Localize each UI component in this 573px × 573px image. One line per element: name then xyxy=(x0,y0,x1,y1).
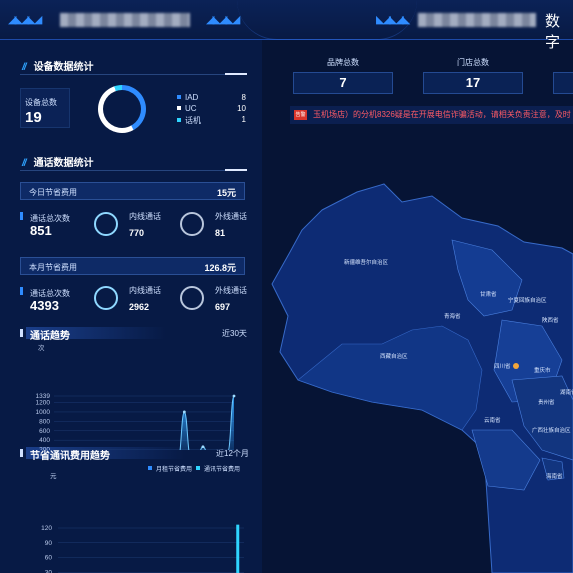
y-tick-label: 800 xyxy=(39,418,50,425)
map-marker-icon[interactable] xyxy=(513,363,519,369)
trend-point xyxy=(232,394,236,398)
device-total-label: 设备总数 xyxy=(25,98,57,107)
alert-tag: 告警 xyxy=(294,110,307,120)
accent-bar xyxy=(20,449,23,457)
divider-accent xyxy=(225,169,247,171)
external-ring-icon xyxy=(180,286,204,310)
device-total-value: 19 xyxy=(25,109,42,126)
y-tick-label: 60 xyxy=(45,555,53,562)
divider xyxy=(20,74,225,75)
today-external-label: 外线通话 xyxy=(215,212,247,221)
map-label: 西藏自治区 xyxy=(380,354,408,360)
device-total-card: 设备总数 19 xyxy=(20,88,70,128)
top-header: ◢◣◢◣◢ ◢◣◢◣◢ ◣◢◣◢◣ 数字 xyxy=(0,0,573,51)
today-saving-label: 今日节省费用 xyxy=(29,188,77,197)
map-label: 陕西省 xyxy=(542,318,559,324)
divider-accent xyxy=(225,73,247,75)
internal-ring-icon xyxy=(94,286,118,310)
brand-total-label: 品牌总数 xyxy=(327,58,359,67)
month-external-value: 697 xyxy=(215,302,231,312)
map-label: 重庆市 xyxy=(534,368,551,374)
today-internal-label: 内线通话 xyxy=(129,212,161,221)
accent-bar xyxy=(20,287,23,295)
map-label: 四川省 xyxy=(494,364,511,370)
trend-area xyxy=(180,396,234,450)
y-tick-label: 90 xyxy=(45,540,53,547)
y-tick-label: 400 xyxy=(39,437,50,444)
brand-total-value: 7 xyxy=(293,72,393,94)
today-total-value: 851 xyxy=(30,223,52,238)
chevron-decoration-icon: ◣◢◣◢◣ xyxy=(376,14,410,26)
external-ring-icon xyxy=(180,212,204,236)
redacted-title xyxy=(418,13,536,27)
map-shape xyxy=(271,183,573,573)
map-label: 湖南省 xyxy=(560,390,573,396)
legend-iad: IAD xyxy=(177,93,198,102)
cost-chart: 030609012010月11月12月01月02月03月04月05月06月07月… xyxy=(41,524,244,573)
y-tick-label: 1000 xyxy=(36,409,51,416)
legend-phone: 话机 xyxy=(177,115,201,126)
internal-ring-icon xyxy=(94,212,118,236)
y-tick-label: 30 xyxy=(45,569,53,573)
store-total-label: 门店总数 xyxy=(457,58,489,67)
month-saving-bar: 本月节省费用 126.8元 xyxy=(20,257,245,275)
map-label: 云南省 xyxy=(484,418,501,424)
alert-ticker[interactable]: 告警 玉机场店）的分机8326疑是在开展电信诈骗活动，请相关负责注意，及时 xyxy=(290,106,573,124)
device-donut-chart xyxy=(98,85,146,133)
month-external-label: 外线通话 xyxy=(215,286,247,295)
y-tick-label: 1200 xyxy=(36,400,51,407)
y-tick-label: 120 xyxy=(41,525,52,532)
store-total-value: 17 xyxy=(423,72,523,94)
trend-point xyxy=(201,445,205,449)
trend-point xyxy=(182,410,186,414)
month-saving-label: 本月节省费用 xyxy=(29,263,77,272)
legend-phone-value: 1 xyxy=(241,115,246,124)
trend-range-label: 近30天 xyxy=(222,329,247,338)
month-internal-label: 内线通话 xyxy=(129,286,161,295)
today-saving-bar: 今日节省费用 15元 xyxy=(20,182,245,200)
chevron-decoration-icon: ◢◣◢◣◢ xyxy=(8,14,42,26)
map-label: 宁夏回族自治区 xyxy=(508,298,547,304)
section-marker-icon: // xyxy=(22,158,26,169)
section-marker-icon: // xyxy=(22,62,26,73)
y-tick-label: 1339 xyxy=(36,393,51,400)
accent-bar xyxy=(20,212,23,220)
y-tick-label: 200 xyxy=(39,447,50,450)
map-label: 海南省 xyxy=(546,474,563,480)
map-label: 青海省 xyxy=(444,314,461,320)
accent-bar xyxy=(20,329,23,337)
month-saving-value: 126.8元 xyxy=(204,263,236,273)
today-internal-value: 770 xyxy=(129,228,145,238)
month-total-value: 4393 xyxy=(30,298,59,313)
map-label: 甘肃省 xyxy=(480,292,497,298)
legend-uc-value: 10 xyxy=(237,104,246,113)
map-label: 贵州省 xyxy=(538,400,555,406)
chevron-decoration-icon: ◢◣◢◣◢ xyxy=(206,14,240,26)
trend-line xyxy=(179,395,235,450)
map-label: 广西壮族自治区 xyxy=(532,428,571,434)
month-internal-value: 2962 xyxy=(129,302,150,312)
today-external-value: 81 xyxy=(215,228,226,238)
legend-uc: UC xyxy=(177,104,197,113)
china-map[interactable]: 新疆维吾尔自治区 甘肃省 宁夏回族自治区 陕西省 青海省 西藏自治区 四川省 重… xyxy=(262,130,573,573)
divider xyxy=(20,170,225,171)
cost-bar xyxy=(236,524,240,573)
map-label: 新疆维吾尔自治区 xyxy=(344,260,389,266)
device-stats-title: //设备数据统计 xyxy=(22,62,94,73)
call-stats-title: //通话数据统计 xyxy=(22,158,94,169)
page-title: 数字 xyxy=(545,13,561,51)
alert-text: 玉机场店）的分机8326疑是在开展电信诈骗活动，请相关负责注意，及时 xyxy=(313,110,571,119)
trend-chart: 0200400600800100012001339171921232527293… xyxy=(36,393,236,450)
today-saving-value: 15元 xyxy=(216,188,236,198)
redacted-logo-left xyxy=(60,13,190,27)
stat-box-partial xyxy=(553,72,573,94)
left-panel: //设备数据统计 设备总数 19 IAD 8 UC 10 话机 1 //通话数据… xyxy=(0,40,262,573)
y-tick-label: 600 xyxy=(39,428,50,435)
legend-iad-value: 8 xyxy=(241,93,246,102)
